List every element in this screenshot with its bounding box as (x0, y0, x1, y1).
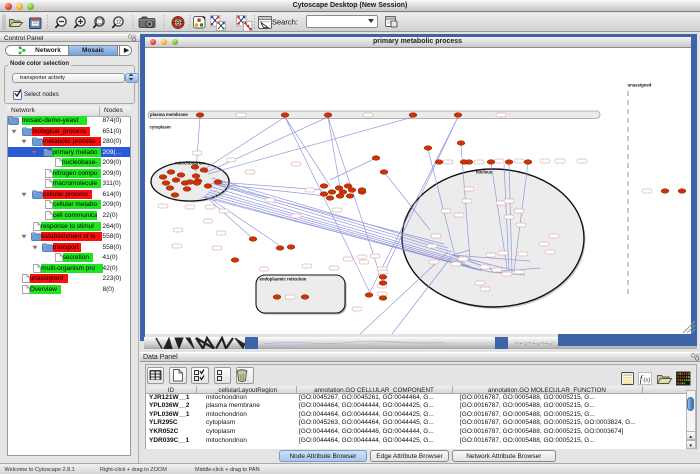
svg-text:nucleus: nucleus (476, 170, 493, 175)
svg-text:(x): (x) (644, 377, 651, 384)
svg-text:mitochondrion: mitochondrion (175, 161, 205, 166)
svg-text:12: 12 (116, 19, 122, 25)
svg-text:plasma membrane: plasma membrane (150, 112, 188, 117)
svg-text:endoplasmic reticulum: endoplasmic reticulum (260, 277, 307, 282)
svg-text:Search:: Search: (272, 17, 298, 26)
svg-text:unassigned: unassigned (628, 83, 652, 88)
svg-text:cytoplasm: cytoplasm (150, 125, 171, 130)
